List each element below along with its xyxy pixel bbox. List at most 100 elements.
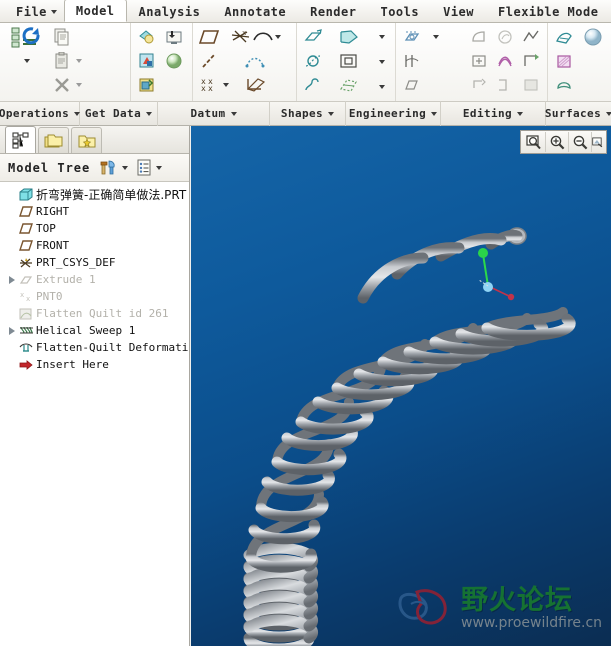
tree-item-csys[interactable]: PRT_CSYS_DEF (4, 254, 189, 271)
zoom-out-button[interactable] (569, 132, 592, 152)
tree-settings-button[interactable] (98, 159, 129, 177)
copy-geometry-button[interactable] (134, 73, 160, 97)
tree-item-right[interactable]: RIGHT (4, 203, 189, 220)
trim-button[interactable] (518, 25, 544, 49)
hole-dropdown[interactable] (429, 25, 443, 49)
swept-blend-button[interactable] (336, 49, 362, 73)
menu-tab-file[interactable]: File (4, 1, 64, 22)
menu-tab-render-label: Render (310, 5, 357, 19)
ribbon-group-label-datum[interactable]: Datum (158, 101, 270, 126)
menu-tab-tools[interactable]: Tools (368, 1, 431, 22)
label-surfaces: Surfaces (544, 106, 602, 120)
ribbon-group-label-surfaces[interactable]: Surfaces (544, 101, 611, 126)
model-tree-header: Model Tree (0, 154, 189, 182)
insert-here-icon (18, 358, 34, 372)
tree-item-pnt0[interactable]: x x PNT0 (4, 288, 189, 305)
tree-item-insert-here[interactable]: Insert Here (4, 356, 189, 373)
solidify-button[interactable] (518, 73, 544, 97)
ribbon-group-label-get-data[interactable]: Get Data (80, 101, 158, 126)
tree-expander[interactable] (6, 189, 18, 201)
merge-inheritance-button[interactable] (134, 49, 160, 73)
menu-tab-flexible-mode[interactable]: Flexible Mode (486, 1, 610, 22)
ribbon-group-label-operations[interactable]: Operations (0, 101, 81, 126)
menu-tab-bar: File Model Analysis Annotate Render Tool… (0, 0, 611, 23)
ribbon-group-label-engineering[interactable]: Engineering (346, 101, 441, 126)
shell-button[interactable] (399, 49, 425, 73)
tree-expander[interactable] (6, 274, 18, 286)
surface-fill-button[interactable] (580, 25, 606, 49)
tree-expander[interactable] (6, 325, 18, 337)
label-operations: Operations (0, 106, 70, 120)
paste-button[interactable] (49, 49, 109, 73)
offset-button[interactable] (518, 49, 544, 73)
flatten-quilt-button[interactable] (551, 49, 577, 73)
revolve-button[interactable] (336, 25, 362, 49)
freestyle-button[interactable] (551, 73, 577, 97)
boundary-blend-button[interactable] (336, 73, 362, 97)
menu-tab-render[interactable]: Render (298, 1, 368, 22)
label-shapes: Shapes (280, 106, 324, 120)
zoom-box-icon (525, 134, 541, 149)
tree-item-label: Helical Sweep 1 (36, 324, 136, 337)
import-button[interactable] (161, 25, 187, 49)
datum-curve-button[interactable]: x (230, 25, 281, 49)
operations-more-button[interactable] (13, 49, 39, 73)
favorites-tab[interactable] (71, 127, 102, 153)
ribbon-group-label-shapes[interactable]: Shapes (270, 101, 346, 126)
datum-point-array-button[interactable]: x x x x (196, 73, 230, 97)
sketch-button[interactable] (230, 49, 280, 73)
tree-item-helical-sweep-1[interactable]: Helical Sweep 1 (4, 322, 189, 339)
datum-axis-button[interactable] (196, 49, 222, 73)
boundary-dropdown[interactable] (374, 75, 388, 99)
style-button[interactable] (551, 25, 577, 49)
ribbon-group-label-editing[interactable]: Editing (441, 101, 546, 126)
zoom-box-button[interactable] (523, 132, 546, 152)
round-button[interactable] (466, 25, 492, 49)
copy-button[interactable] (49, 25, 109, 49)
model-tree-tab[interactable] (5, 126, 36, 153)
delete-button[interactable] (49, 73, 109, 97)
extrude-button[interactable] (300, 25, 326, 49)
model-tree-list: 折弯弹簧-正确简单做法.PRT RIGHT TOP FRONT PRT_CSYS… (0, 182, 189, 644)
tree-structure-icon (11, 132, 29, 149)
curve-through-points-icon[interactable] (252, 25, 274, 49)
sweep-button[interactable] (300, 49, 326, 73)
menu-tab-analysis[interactable]: Analysis (127, 1, 213, 22)
pattern-button[interactable] (466, 73, 492, 97)
helical-sweep-icon (18, 324, 34, 338)
rib-button[interactable] (466, 49, 492, 73)
hole-button[interactable] (399, 25, 425, 49)
menu-tab-model[interactable]: Model (63, 0, 127, 22)
draft-button[interactable] (399, 73, 425, 97)
helical-sweep-button[interactable] (300, 73, 326, 97)
ribbon-group-label-bar: Operations Get Data Datum Shapes Enginee… (0, 101, 611, 126)
tree-item-flatten-quilt-deformation[interactable]: Flatten-Quilt Deformati (4, 339, 189, 356)
cosmetic-thread-button[interactable] (492, 49, 518, 73)
tree-item-flatten-quilt-261[interactable]: Flatten Quilt id 261 (4, 305, 189, 322)
tree-item-front[interactable]: FRONT (4, 237, 189, 254)
folder-browser-tab[interactable] (38, 127, 69, 153)
zoom-in-button[interactable] (546, 132, 569, 152)
chamfer-button[interactable] (492, 25, 518, 49)
blend-dropdown[interactable] (374, 50, 388, 74)
sweep-dropdown[interactable] (374, 25, 388, 49)
regenerate-button[interactable] (9, 25, 43, 49)
menu-tab-file-label: File (16, 5, 47, 19)
tree-item-extrude-1[interactable]: Extrude 1 (4, 271, 189, 288)
tree-item-top[interactable]: TOP (4, 220, 189, 237)
menu-tab-view[interactable]: View (431, 1, 486, 22)
point-icon: x x (18, 290, 34, 304)
datum-plane-button[interactable] (196, 25, 222, 49)
tree-item-part-root[interactable]: 折弯弹簧-正确简单做法.PRT (4, 186, 189, 203)
tree-display-button[interactable] (136, 159, 163, 177)
extrude-icon (18, 273, 34, 287)
menu-tab-annotate[interactable]: Annotate (212, 1, 298, 22)
datum-plane-icon (18, 222, 34, 236)
refit-button[interactable] (592, 132, 604, 152)
shrinkwrap-button[interactable] (161, 49, 187, 73)
user-defined-feature-button[interactable] (134, 25, 160, 49)
datum-csys-button[interactable] (230, 73, 280, 97)
graphics-viewport[interactable]: 野火论坛 www.proewildfire.cn (191, 126, 611, 646)
mirror-button[interactable] (492, 73, 518, 97)
ribbon-group-get-data (129, 23, 192, 101)
